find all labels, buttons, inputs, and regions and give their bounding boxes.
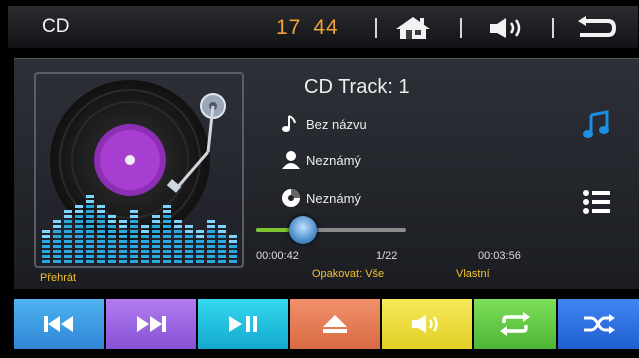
previous-track-button[interactable] bbox=[14, 299, 104, 349]
music-note-icon bbox=[583, 110, 609, 138]
elapsed-time: 00:00:42 bbox=[256, 250, 299, 262]
cd-player-screen: CD 17 44 CD Track: 1 Bez názvu Neznámý N… bbox=[0, 0, 639, 358]
repeat-icon bbox=[500, 312, 530, 336]
previous-icon bbox=[44, 316, 73, 332]
vinyl-turntable-image bbox=[42, 80, 237, 263]
list-icon bbox=[583, 190, 610, 214]
custom-label[interactable]: Vlastní bbox=[456, 268, 490, 280]
disc-icon bbox=[282, 189, 300, 207]
divider bbox=[375, 18, 377, 38]
back-icon bbox=[578, 16, 617, 37]
track-title: CD Track: 1 bbox=[304, 76, 410, 98]
play-mode-label: Přehrát bbox=[40, 272, 77, 284]
page-title: CD bbox=[42, 16, 70, 37]
clock-hours: 17 bbox=[276, 16, 302, 39]
shuffle-button[interactable] bbox=[558, 299, 639, 349]
song-name: Bez názvu bbox=[306, 116, 367, 132]
progress-fill bbox=[256, 228, 293, 232]
album-name: Neznámý bbox=[306, 190, 361, 206]
shuffle-icon bbox=[583, 314, 615, 334]
track-counter: 1/22 bbox=[376, 250, 398, 262]
music-note-icon bbox=[282, 115, 296, 132]
progress-track[interactable] bbox=[256, 228, 406, 232]
top-bar: CD 17 44 bbox=[8, 6, 638, 48]
album-art bbox=[34, 72, 244, 268]
album-row: Neznámý bbox=[280, 186, 361, 210]
eject-icon bbox=[323, 315, 347, 333]
divider bbox=[460, 18, 462, 38]
divider bbox=[552, 18, 554, 38]
playlist-button[interactable] bbox=[582, 188, 612, 221]
play-pause-button[interactable] bbox=[198, 299, 288, 349]
volume-icon bbox=[412, 315, 438, 333]
person-icon bbox=[282, 151, 300, 169]
home-icon bbox=[396, 17, 430, 39]
artist-name: Neznámý bbox=[306, 152, 361, 168]
next-icon bbox=[137, 316, 166, 332]
volume-button[interactable] bbox=[488, 15, 532, 46]
repeat-mode-label[interactable]: Opakovat: Vše bbox=[312, 268, 384, 280]
back-button[interactable] bbox=[574, 15, 618, 46]
music-library-button[interactable] bbox=[582, 110, 612, 145]
eject-button[interactable] bbox=[290, 299, 380, 349]
repeat-button[interactable] bbox=[474, 299, 556, 349]
progress-knob[interactable] bbox=[289, 216, 317, 244]
volume-icon bbox=[490, 18, 521, 38]
play-pause-icon bbox=[229, 316, 257, 332]
next-track-button[interactable] bbox=[106, 299, 196, 349]
volume-control-button[interactable] bbox=[382, 299, 472, 349]
clock-minutes: 44 bbox=[313, 16, 339, 39]
home-button[interactable] bbox=[394, 15, 432, 46]
artist-row: Neznámý bbox=[280, 148, 361, 172]
total-time: 00:03:56 bbox=[478, 250, 521, 262]
clock: 17 44 bbox=[276, 16, 339, 40]
song-row: Bez názvu bbox=[280, 112, 367, 136]
